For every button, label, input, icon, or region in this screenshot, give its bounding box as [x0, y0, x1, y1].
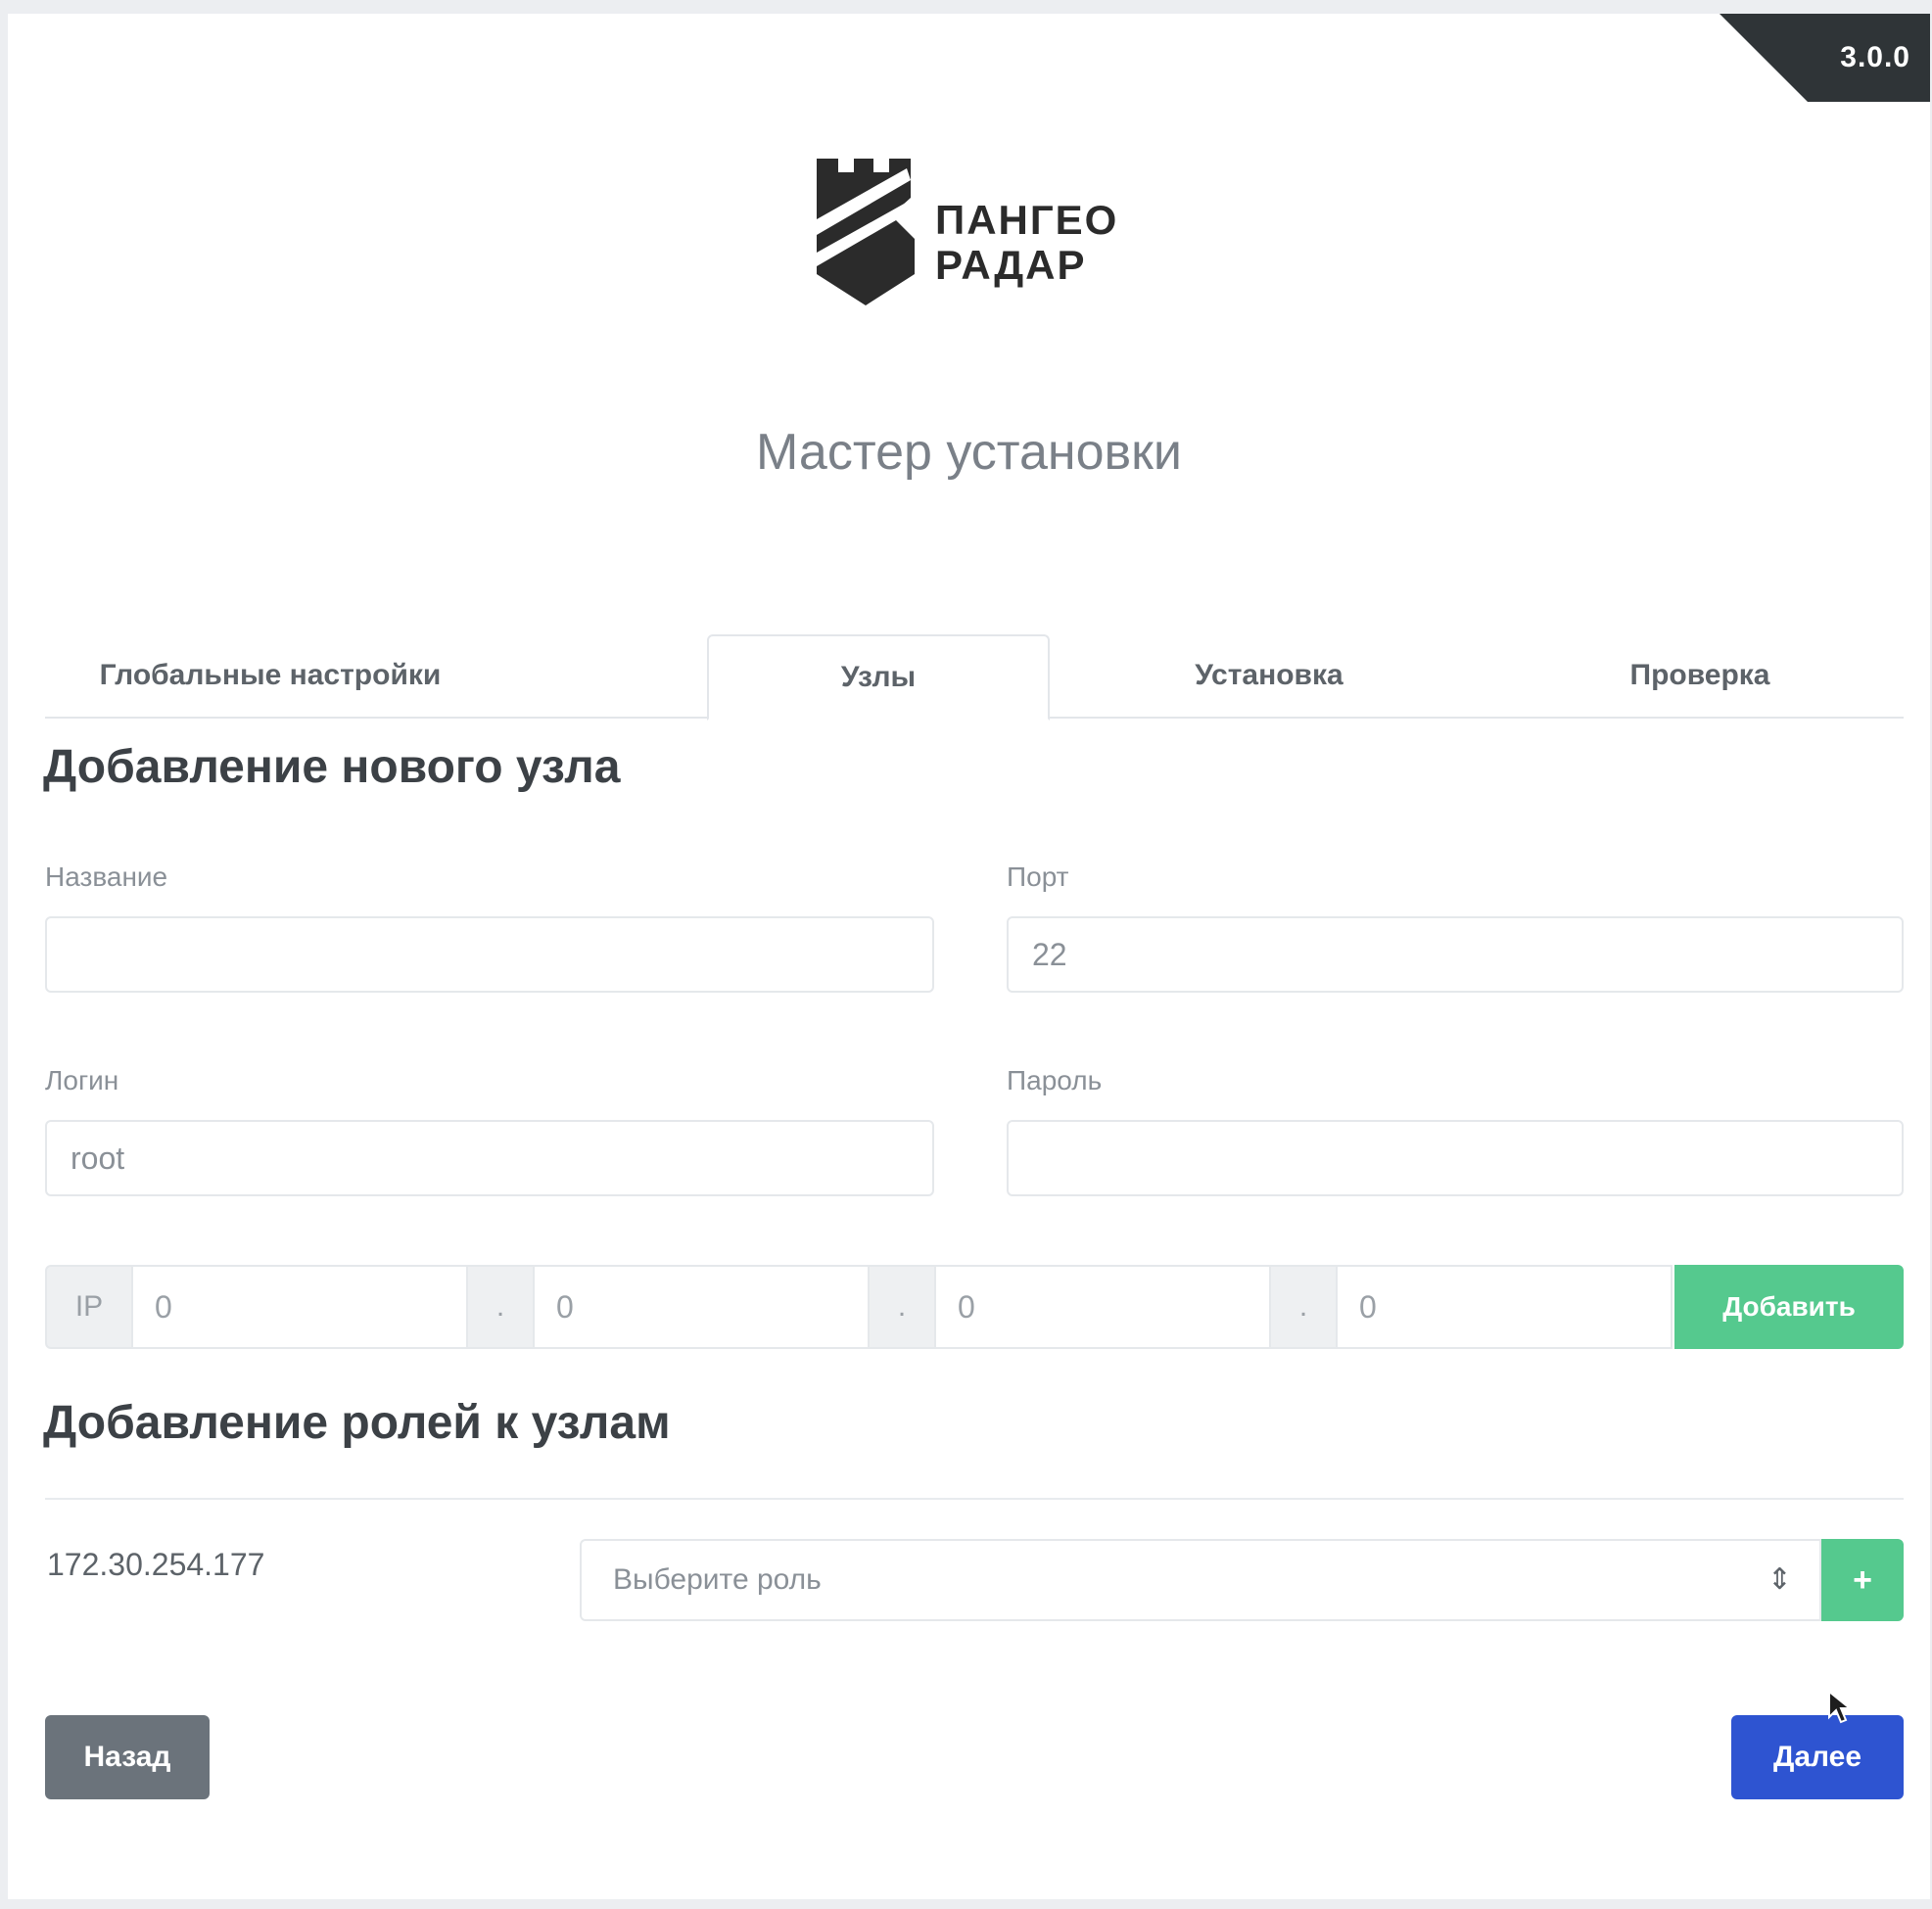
ip-octet-1-input[interactable]: 0 [131, 1265, 468, 1349]
select-arrows-icon: ⇕ [1767, 1563, 1792, 1596]
ip-octet-2-input[interactable]: 0 [533, 1265, 870, 1349]
add-node-button[interactable]: Добавить [1674, 1265, 1904, 1349]
name-label: Название [45, 861, 168, 892]
role-select[interactable]: Выберите роль ⇕ [580, 1539, 1821, 1621]
ip-prefix-addon: IP [45, 1265, 133, 1349]
tab-label: Глобальные настройки [99, 659, 442, 691]
login-input[interactable]: root [45, 1120, 934, 1196]
add-node-heading: Добавление нового узла [43, 741, 621, 793]
password-label: Пароль [1007, 1065, 1103, 1095]
ip-octet-3-input[interactable]: 0 [934, 1265, 1271, 1349]
version-label: 3.0.0 [1840, 41, 1910, 73]
tab-installation[interactable]: Установка [1122, 634, 1416, 717]
page-title: Мастер установки [756, 424, 1182, 481]
tab-label: Установка [1195, 659, 1343, 691]
tab-verification[interactable]: Проверка [1553, 634, 1847, 717]
ip-address-group: IP 0 . 0 . 0 . 0 Добавить [45, 1265, 1904, 1349]
wizard-card: 3.0.0 ПАНГЕО РАДАР Мастер установки Глоб… [8, 14, 1930, 1899]
ip-separator: . [466, 1265, 535, 1349]
tab-nodes[interactable]: Узлы [707, 634, 1050, 721]
node-ip-address: 172.30.254.177 [47, 1547, 265, 1582]
add-role-button[interactable]: + [1821, 1539, 1904, 1621]
next-button[interactable]: Далее [1731, 1715, 1904, 1799]
tab-label: Проверка [1629, 659, 1770, 691]
port-input[interactable]: 22 [1007, 916, 1904, 993]
back-button[interactable]: Назад [45, 1715, 210, 1799]
brand-name: ПАНГЕО РАДАР [935, 198, 1118, 288]
tab-label: Узлы [840, 661, 917, 693]
brand-line-1: ПАНГЕО [935, 197, 1119, 243]
name-input[interactable] [45, 916, 934, 993]
port-label: Порт [1007, 861, 1069, 892]
wizard-tabs: Глобальные настройки Узлы Установка Пров… [45, 634, 1904, 721]
brand-logo: ПАНГЕО РАДАР [813, 159, 1146, 325]
add-roles-heading: Добавление ролей к узлам [43, 1397, 671, 1449]
mouse-cursor-icon [1828, 1690, 1853, 1724]
version-ribbon: 3.0.0 [1720, 14, 1930, 102]
password-input[interactable] [1007, 1120, 1904, 1196]
login-label: Логин [45, 1065, 119, 1095]
role-select-value: Выберите роль [613, 1563, 822, 1596]
tab-global-settings[interactable]: Глобальные настройки [84, 634, 456, 717]
rook-emblem-icon [817, 159, 915, 305]
ip-separator: . [1269, 1265, 1338, 1349]
ip-separator: . [868, 1265, 936, 1349]
divider [45, 1498, 1904, 1500]
brand-line-2: РАДАР [935, 242, 1087, 288]
ip-octet-4-input[interactable]: 0 [1336, 1265, 1673, 1349]
